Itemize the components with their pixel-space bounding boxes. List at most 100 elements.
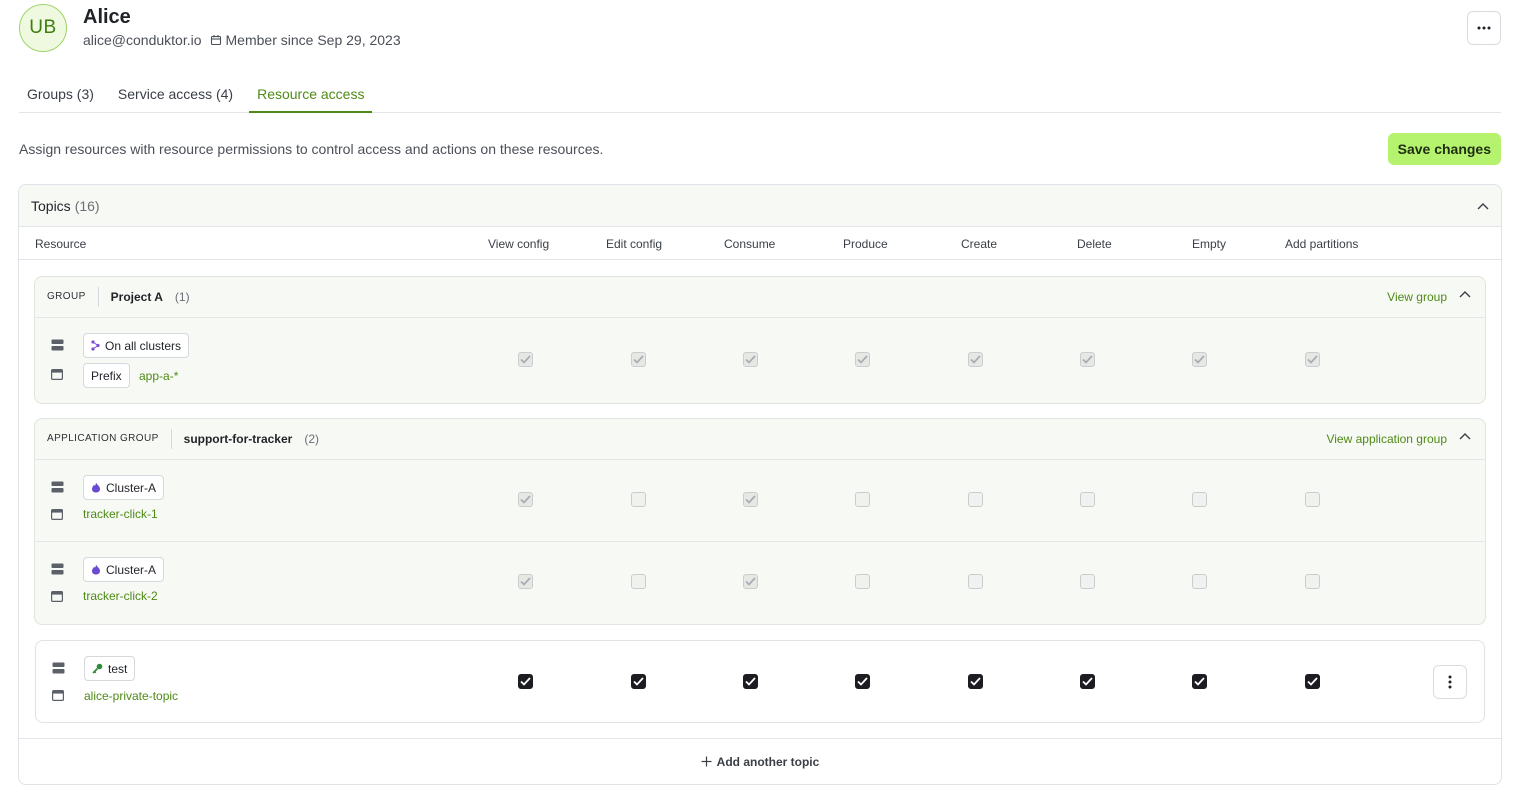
topics-title: Topics xyxy=(31,197,71,214)
topic-icon xyxy=(52,690,64,701)
cluster-name: test xyxy=(108,661,128,676)
permission-columns-header: Resource View config Edit config Consume… xyxy=(19,227,1501,260)
more-vertical-icon xyxy=(1448,675,1452,689)
avatar: UB xyxy=(19,4,67,52)
column-header: Produce xyxy=(843,237,888,251)
permission-checkbox xyxy=(855,574,870,589)
group-name: Project A xyxy=(110,290,163,304)
server-icon xyxy=(51,339,64,351)
key-icon xyxy=(92,663,103,674)
permission-checkbox xyxy=(1305,492,1320,507)
pattern-type-chip: Prefix xyxy=(83,363,130,388)
more-horizontal-icon xyxy=(1477,26,1491,30)
cluster-chip: test xyxy=(84,656,136,681)
chevron-up-icon[interactable] xyxy=(1477,202,1489,210)
permission-checkbox[interactable] xyxy=(631,674,646,689)
row-actions-button[interactable] xyxy=(1433,665,1467,699)
tab-resource-access[interactable]: Resource access xyxy=(249,80,373,113)
permission-checkbox[interactable] xyxy=(855,674,870,689)
plus-icon xyxy=(701,756,712,767)
own-topic-row: test alice-private-topic xyxy=(35,640,1485,723)
group-count: (2) xyxy=(304,432,319,446)
topic-name: tracker-click-2 xyxy=(83,589,158,603)
group-project-a: GROUP Project A (1) View group On all cl… xyxy=(34,276,1486,404)
group-type-label: GROUP xyxy=(47,287,99,307)
topic-name: alice-private-topic xyxy=(84,689,179,703)
permission-checkbox xyxy=(518,574,533,589)
group-header: APPLICATION GROUP support-for-tracker (2… xyxy=(35,419,1485,460)
permission-checkbox[interactable] xyxy=(1305,674,1320,689)
permission-checkbox[interactable] xyxy=(968,674,983,689)
column-header: Consume xyxy=(724,237,776,251)
cluster-flame-icon xyxy=(91,482,101,493)
user-name: Alice xyxy=(83,6,131,28)
member-since: Member since Sep 29, 2023 xyxy=(225,32,401,48)
permission-checkbox xyxy=(968,574,983,589)
save-changes-button[interactable]: Save changes xyxy=(1387,133,1501,165)
permission-checkbox xyxy=(1080,352,1095,367)
calendar-icon xyxy=(210,34,222,46)
topics-card: Topics (16) Resource View config Edit co… xyxy=(18,184,1502,785)
permission-checkbox xyxy=(1080,492,1095,507)
all-clusters-icon xyxy=(91,340,100,351)
cluster-chip: On all clusters xyxy=(83,333,190,358)
permission-checkbox xyxy=(1305,352,1320,367)
permission-checkbox xyxy=(1192,352,1207,367)
permission-checkbox xyxy=(855,352,870,367)
group-support-for-tracker: APPLICATION GROUP support-for-tracker (2… xyxy=(34,418,1486,625)
topic-icon xyxy=(51,369,63,380)
permission-checkbox[interactable] xyxy=(1192,674,1207,689)
permission-checkbox xyxy=(1192,492,1207,507)
permission-checkbox xyxy=(1080,574,1095,589)
topics-count: (16) xyxy=(74,197,100,214)
topic-icon xyxy=(51,591,63,602)
view-group-link[interactable]: View group xyxy=(1387,290,1447,304)
server-icon xyxy=(51,563,64,575)
chevron-up-icon[interactable] xyxy=(1459,290,1471,298)
group-count: (1) xyxy=(174,290,190,304)
permission-checkbox[interactable] xyxy=(1080,674,1095,689)
permission-checkbox xyxy=(968,352,983,367)
group-type-label: APPLICATION GROUP xyxy=(47,429,172,449)
permission-checkbox[interactable] xyxy=(743,674,758,689)
tab-service-access[interactable]: Service access (4) xyxy=(110,80,241,113)
permission-checkbox xyxy=(743,492,758,507)
topic-name: tracker-click-1 xyxy=(83,507,158,521)
topic-icon xyxy=(51,509,63,520)
column-header: Empty xyxy=(1192,237,1227,251)
user-meta: alice@conduktor.io Member since Sep 29, … xyxy=(83,32,401,48)
permission-checkbox xyxy=(631,574,646,589)
permission-checkbox xyxy=(743,574,758,589)
topics-header[interactable]: Topics (16) xyxy=(19,185,1501,227)
server-icon xyxy=(51,481,64,493)
add-topic-label: Add another topic xyxy=(716,754,820,769)
server-icon xyxy=(52,662,65,674)
view-application-group-link[interactable]: View application group xyxy=(1326,432,1447,446)
chevron-up-icon[interactable] xyxy=(1459,432,1471,440)
table-row: Cluster-A tracker-click-2 xyxy=(35,542,1485,624)
cluster-flame-icon xyxy=(91,564,101,575)
tab-groups[interactable]: Groups (3) xyxy=(19,80,102,113)
cluster-name: Cluster-A xyxy=(106,562,157,577)
group-name: support-for-tracker xyxy=(183,432,293,446)
permission-checkbox xyxy=(968,492,983,507)
permission-checkbox xyxy=(855,492,870,507)
cluster-chip: Cluster-A xyxy=(83,475,165,500)
column-header: Create xyxy=(961,237,998,251)
permission-checkbox xyxy=(631,492,646,507)
column-header: Add partitions xyxy=(1285,237,1359,251)
tab-bar: Groups (3) Service access (4) Resource a… xyxy=(19,80,1501,113)
table-row: Cluster-A tracker-click-1 xyxy=(35,460,1485,542)
table-row: On all clusters Prefix app-a-* xyxy=(35,318,1485,403)
page-description: Assign resources with resource permissio… xyxy=(19,141,604,157)
permission-checkbox[interactable] xyxy=(518,674,533,689)
permission-checkbox xyxy=(518,352,533,367)
permission-checkbox xyxy=(1305,574,1320,589)
more-actions-button[interactable] xyxy=(1467,11,1501,45)
user-email: alice@conduktor.io xyxy=(83,32,202,48)
cluster-name: Cluster-A xyxy=(106,480,157,495)
user-detail-page: UB Alice alice@conduktor.io Member since… xyxy=(0,0,1525,796)
add-another-topic-button[interactable]: Add another topic xyxy=(19,738,1501,784)
cluster-name: On all clusters xyxy=(105,338,182,353)
column-header: Edit config xyxy=(606,237,663,251)
